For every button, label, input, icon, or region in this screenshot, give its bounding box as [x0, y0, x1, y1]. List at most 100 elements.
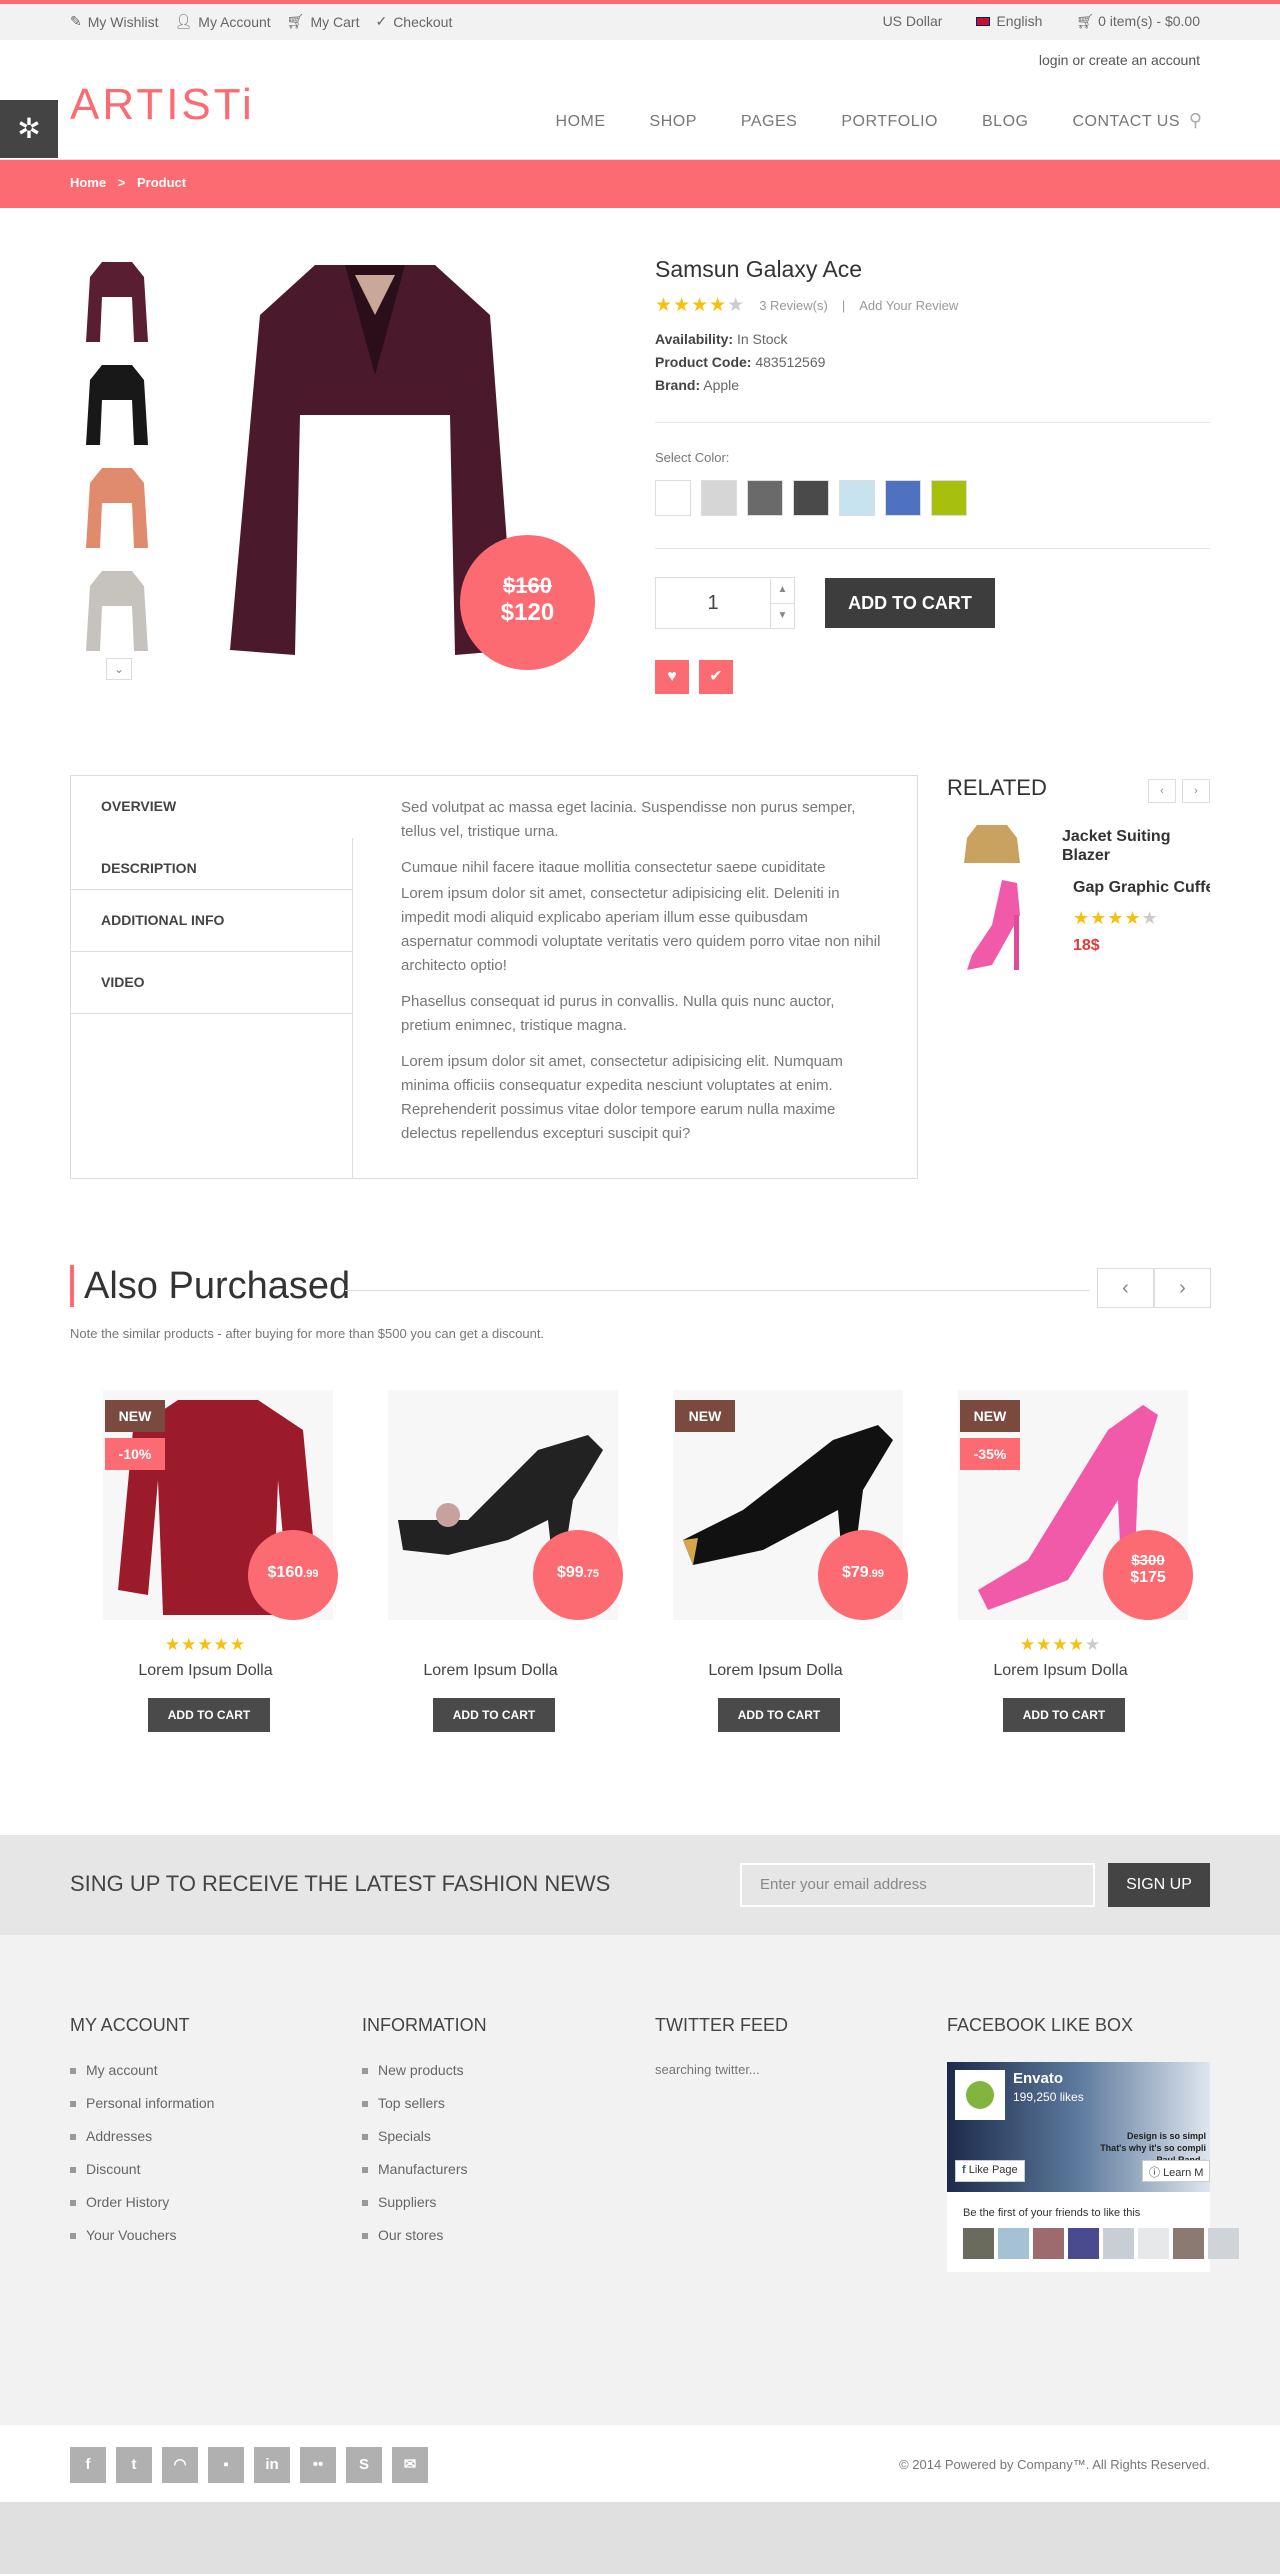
carousel-prev-button[interactable]: ‹ — [1097, 1268, 1154, 1308]
brand-label: Brand: — [655, 377, 701, 393]
add-to-cart-button[interactable]: ADD TO CART — [1003, 1698, 1125, 1732]
nav-pages[interactable]: PAGES — [741, 113, 797, 131]
currency-select[interactable]: US Dollar — [883, 13, 943, 30]
rss-icon[interactable]: ◠ — [162, 2447, 198, 2483]
reviews-link[interactable]: 3 Review(s) — [759, 298, 828, 313]
email-input[interactable]: Enter your email address — [740, 1863, 1095, 1907]
footer-link[interactable]: Your Vouchers — [70, 2227, 214, 2243]
color-swatches — [655, 480, 967, 516]
breadcrumb-product: Product — [136, 175, 187, 190]
color-swatch-lightblue[interactable] — [839, 480, 875, 516]
product-thumbnail[interactable] — [75, 255, 159, 349]
discount-badge: -10% — [105, 1438, 165, 1470]
checkout-link[interactable]: ✓ Checkout — [375, 13, 452, 30]
user-icon: 👤︎ — [174, 13, 193, 29]
facebook-like-button[interactable]: f Like Page — [955, 2160, 1025, 2182]
add-to-cart-button[interactable]: ADD TO CART — [718, 1698, 840, 1732]
tab-description[interactable]: DESCRIPTION — [71, 838, 352, 890]
color-swatch-green[interactable] — [931, 480, 967, 516]
tab-content: Sed volutpat ac massa eget lacinia. Susp… — [401, 796, 881, 1158]
quantity-up-button[interactable]: ▲ — [771, 578, 794, 603]
bottom-bar: f t ◠ ▪ in •• S ✉ © 2014 Powered by Comp… — [0, 2425, 1280, 2502]
skype-icon[interactable]: S — [346, 2447, 382, 2483]
related-item-name[interactable]: Gap Graphic Cuffe — [1073, 879, 1210, 897]
product-thumbnail[interactable] — [75, 461, 159, 555]
footer-link[interactable]: My account — [70, 2062, 214, 2078]
footer-link[interactable]: Personal information — [70, 2095, 214, 2111]
color-swatch-gray[interactable] — [747, 480, 783, 516]
related-nav: ‹ › — [1148, 779, 1210, 803]
tab-video[interactable]: VIDEO — [71, 952, 352, 1014]
add-to-cart-button[interactable]: ADD TO CART — [825, 578, 995, 628]
facebook-icon: f — [962, 2164, 966, 2176]
signup-button[interactable]: SIGN UP — [1108, 1863, 1210, 1907]
footer-twitter: TWITTER FEED searching twitter... — [655, 2015, 788, 2077]
footer-link[interactable]: Our stores — [362, 2227, 487, 2243]
footer-link[interactable]: New products — [362, 2062, 487, 2078]
login-link[interactable]: login or create an account — [1039, 52, 1200, 68]
footer-heading: TWITTER FEED — [655, 2015, 788, 2035]
related-item-image[interactable] — [962, 875, 1032, 975]
wishlist-button[interactable]: ♥ — [655, 660, 689, 694]
nav-shop[interactable]: SHOP — [650, 113, 697, 131]
product-thumbnail[interactable] — [75, 358, 159, 452]
logo[interactable]: ARTISTi — [70, 80, 255, 130]
tab-overview[interactable]: OVERVIEW — [71, 776, 354, 838]
nav-contact[interactable]: CONTACT US — [1072, 113, 1180, 131]
footer-link[interactable]: Manufacturers — [362, 2161, 487, 2177]
compare-button[interactable]: ✔ — [699, 660, 733, 694]
nav-home[interactable]: HOME — [556, 113, 606, 131]
footer-link[interactable]: Specials — [362, 2128, 487, 2144]
product-details: Availability: In Stock Product Code: 483… — [655, 328, 825, 397]
availability-label: Availability: — [655, 331, 734, 347]
color-swatch-white[interactable] — [655, 480, 691, 516]
footer-link[interactable]: Suppliers — [362, 2194, 487, 2210]
price-main: $99 — [557, 1564, 584, 1581]
footer-link[interactable]: Addresses — [70, 2128, 214, 2144]
color-swatch-blue[interactable] — [885, 480, 921, 516]
footer-link[interactable]: Top sellers — [362, 2095, 487, 2111]
quantity-down-button[interactable]: ▼ — [771, 602, 794, 629]
related-next-button[interactable]: › — [1182, 779, 1210, 803]
breadcrumb-home[interactable]: Home — [70, 175, 106, 190]
footer-link[interactable]: Order History — [70, 2194, 214, 2210]
product-rating: ★★★★★ 3 Review(s) | Add Your Review — [655, 294, 958, 317]
flickr-icon[interactable]: •• — [300, 2447, 336, 2483]
product-name[interactable]: Lorem Ipsum Dolla — [73, 1662, 338, 1680]
nav-portfolio[interactable]: PORTFOLIO — [841, 113, 938, 131]
product-thumbnail[interactable] — [75, 564, 159, 658]
chevron-left-icon: ‹ — [1122, 1277, 1129, 1299]
quantity-input[interactable]: 1 — [656, 578, 770, 628]
color-swatch-lightgray[interactable] — [701, 480, 737, 516]
related-item-image[interactable] — [962, 823, 1022, 863]
tab-additional-info[interactable]: ADDITIONAL INFO — [71, 890, 352, 952]
color-swatch-darkgray[interactable] — [793, 480, 829, 516]
facebook-learn-more-button[interactable]: ⓘ Learn M — [1142, 2160, 1210, 2182]
delicious-icon[interactable]: ▪ — [208, 2447, 244, 2483]
add-review-link[interactable]: Add Your Review — [859, 298, 958, 313]
thumbnail-scroll-down-button[interactable]: ⌄ — [106, 658, 132, 680]
settings-gear-icon[interactable]: ✲ — [0, 100, 58, 158]
product-name[interactable]: Lorem Ipsum Dolla — [928, 1662, 1193, 1680]
old-price: $300 — [1131, 1552, 1165, 1569]
cart-link[interactable]: 🛒︎ My Cart — [287, 13, 360, 30]
carousel-next-button[interactable]: › — [1154, 1268, 1211, 1308]
facebook-icon[interactable]: f — [70, 2447, 106, 2483]
account-link[interactable]: 👤︎ My Account — [175, 13, 271, 30]
facebook-page-name[interactable]: Envato — [1013, 2070, 1063, 2087]
mail-icon[interactable]: ✉ — [392, 2447, 428, 2483]
wishlist-link[interactable]: ✎ My Wishlist — [70, 13, 159, 30]
cart-summary[interactable]: 🛒︎ 0 item(s) - $0.00 — [1076, 13, 1200, 30]
add-to-cart-button[interactable]: ADD TO CART — [433, 1698, 555, 1732]
nav-blog[interactable]: BLOG — [982, 113, 1028, 131]
twitter-icon[interactable]: t — [116, 2447, 152, 2483]
add-to-cart-button[interactable]: ADD TO CART — [148, 1698, 270, 1732]
product-name[interactable]: Lorem Ipsum Dolla — [358, 1662, 623, 1680]
language-select[interactable]: English — [976, 13, 1042, 30]
related-prev-button[interactable]: ‹ — [1148, 779, 1176, 803]
search-icon[interactable]: ⚲ — [1189, 110, 1202, 131]
related-item-name[interactable]: Jacket Suiting Blazer — [1062, 827, 1182, 865]
product-name[interactable]: Lorem Ipsum Dolla — [643, 1662, 908, 1680]
footer-link[interactable]: Discount — [70, 2161, 214, 2177]
linkedin-icon[interactable]: in — [254, 2447, 290, 2483]
